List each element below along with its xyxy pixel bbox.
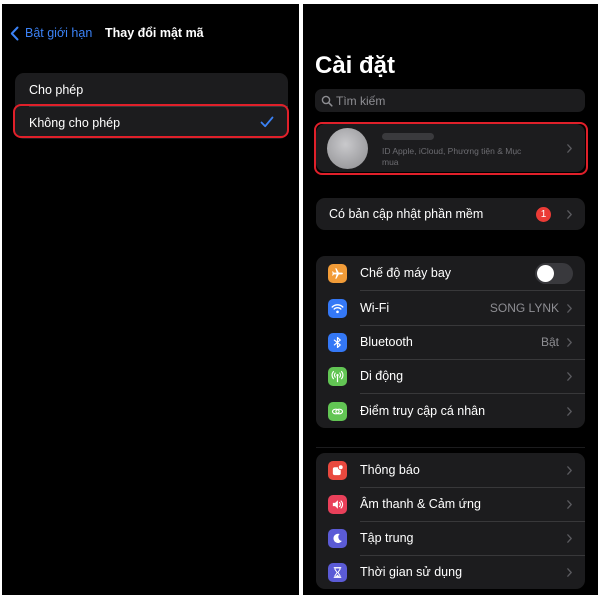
notifications-icon: [328, 461, 347, 480]
chevron-right-icon: [567, 500, 572, 509]
apple-id-profile-cell[interactable]: ID Apple, iCloud, Phương tiện & Mục mua: [316, 124, 585, 172]
cellular-icon: [328, 367, 347, 386]
divider: [316, 447, 585, 448]
update-label: Có bản cập nhật phần mềm: [329, 207, 484, 221]
back-button[interactable]: Bật giới hạn: [10, 24, 92, 42]
focus-moon-icon: [328, 529, 347, 548]
update-badge: 1: [536, 207, 551, 222]
page-title: Cài đặt: [315, 52, 396, 79]
chevron-right-icon: [567, 407, 572, 416]
chevron-right-icon: [567, 338, 572, 347]
checkmark-icon: [260, 116, 274, 128]
row-label: Di động: [360, 369, 404, 383]
row-label: Điểm truy cập cá nhân: [360, 404, 486, 418]
search-field[interactable]: Tìm kiếm: [315, 89, 585, 112]
row-label: Chế độ máy bay: [360, 266, 452, 280]
toggle-knob: [537, 265, 554, 282]
notifications-row[interactable]: Thông báo: [316, 453, 585, 487]
screen-time-hourglass-icon: [328, 563, 347, 582]
chevron-right-icon: [567, 372, 572, 381]
search-icon: [321, 95, 333, 107]
settings-screen: Cài đặt Tìm kiếm ID Apple, iCloud, Phươn…: [303, 4, 598, 595]
option-label: Không cho phép: [29, 115, 121, 130]
blurred-name: [382, 133, 434, 140]
wifi-icon: [328, 299, 347, 318]
chevron-right-icon: [567, 568, 572, 577]
row-label: Thời gian sử dụng: [360, 565, 463, 579]
sound-icon: [328, 495, 347, 514]
software-update-cell[interactable]: Có bản cập nhật phần mềm 1: [316, 198, 585, 230]
sounds-haptics-row[interactable]: Âm thanh & Cảm ứng: [316, 487, 585, 521]
screen-time-row[interactable]: Thời gian sử dụng: [316, 555, 585, 589]
bluetooth-row[interactable]: Bluetooth Bật: [316, 325, 585, 359]
row-label: Wi-Fi: [360, 301, 390, 315]
option-label: Cho phép: [29, 82, 84, 97]
back-label: Bật giới hạn: [25, 26, 93, 40]
airplane-mode-row: Chế độ máy bay: [316, 256, 585, 290]
option-dont-allow[interactable]: Không cho phép: [15, 106, 288, 139]
chevron-right-icon: [567, 466, 572, 475]
hotspot-icon: [328, 402, 347, 421]
cellular-row[interactable]: Di động: [316, 359, 585, 393]
personal-hotspot-row[interactable]: Điểm truy cập cá nhân: [316, 394, 585, 428]
profile-subtitle: ID Apple, iCloud, Phương tiện & Mục mua: [382, 146, 522, 167]
airplane-icon: [328, 264, 347, 283]
row-label: Âm thanh & Cảm ứng: [360, 497, 481, 511]
page-title: Thay đổi mật mã: [105, 26, 204, 40]
bluetooth-status-value: Bật: [540, 335, 559, 349]
chevron-right-icon: [567, 144, 572, 153]
row-label: Tập trung: [360, 531, 414, 545]
wifi-network-value: SONG LYNK: [489, 301, 559, 315]
bluetooth-icon: [328, 333, 347, 352]
row-label: Bluetooth: [360, 335, 413, 349]
chevron-right-icon: [567, 304, 572, 313]
chevron-right-icon: [567, 210, 572, 219]
focus-row[interactable]: Tập trung: [316, 521, 585, 555]
search-placeholder: Tìm kiếm: [336, 93, 386, 108]
chevron-left-icon: [10, 26, 19, 40]
notifications-group: Thông báo Âm thanh & Cảm ứng Tập trung T…: [316, 453, 585, 589]
connectivity-group: Chế độ máy bay Wi-Fi SONG LYNK Bluetooth…: [316, 256, 585, 428]
option-allow[interactable]: Cho phép: [15, 73, 288, 106]
chevron-right-icon: [567, 534, 572, 543]
passcode-changes-screen: Bật giới hạn Thay đổi mật mã Cho phép Kh…: [2, 4, 299, 595]
avatar: [327, 128, 368, 169]
airplane-mode-toggle[interactable]: [535, 263, 573, 284]
wifi-row[interactable]: Wi-Fi SONG LYNK: [316, 291, 585, 325]
options-list: Cho phép Không cho phép: [15, 73, 288, 139]
row-label: Thông báo: [360, 463, 420, 477]
